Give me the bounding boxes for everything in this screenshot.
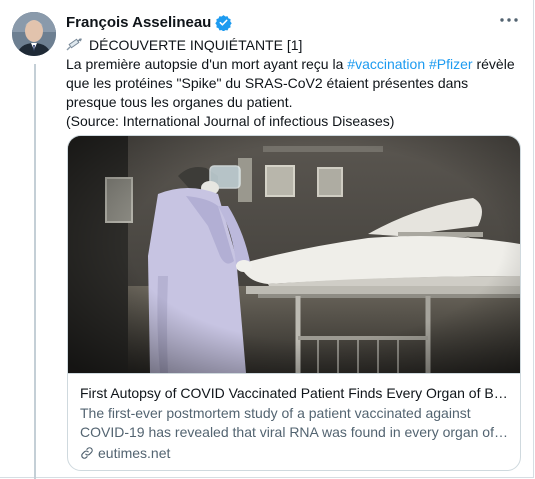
card-image[interactable] xyxy=(68,136,520,373)
card-description-line-2: COVID-19 has revealed that viral RNA was… xyxy=(80,424,508,440)
hashtag-pfizer[interactable]: #Pfizer xyxy=(429,56,473,72)
tweet-heading: DÉCOUVERTE INQUIÉTANTE [1] xyxy=(89,37,303,53)
verified-badge-icon xyxy=(215,14,233,31)
author-name[interactable]: François Asselineau xyxy=(66,14,211,31)
card-title[interactable]: First Autopsy of COVID Vaccinated Patien… xyxy=(80,384,508,402)
tweet-source: (Source: International Journal of infect… xyxy=(66,113,395,129)
card-description: The first-ever postmortem study of a pat… xyxy=(80,404,508,442)
thread-connector-line xyxy=(34,64,36,479)
link-preview-card[interactable]: First Autopsy of COVID Vaccinated Patien… xyxy=(67,135,521,471)
tweet-body-text-rest: les protéines "Spike" du SRAS-CoV2 étaie… xyxy=(66,75,469,110)
hashtag-vaccination[interactable]: #vaccination xyxy=(347,56,425,72)
more-dots-icon[interactable] xyxy=(497,12,521,28)
card-domain-text[interactable]: eutimes.net xyxy=(98,444,170,462)
card-domain[interactable]: eutimes.net xyxy=(80,444,508,462)
tweet-body: La première autopsie d'un mort ayant reç… xyxy=(66,55,521,112)
card-description-line-1: The first-ever postmortem study of a pat… xyxy=(80,405,471,421)
tweet-header: François Asselineau xyxy=(66,12,233,32)
tweet-body-text: La première autopsie d'un mort ayant reç… xyxy=(66,56,348,72)
card-body[interactable]: First Autopsy of COVID Vaccinated Patien… xyxy=(68,373,520,470)
syringe-icon xyxy=(66,37,83,51)
tweet-text: DÉCOUVERTE INQUIÉTANTE [1] La première a… xyxy=(66,36,521,131)
tweet-heading-line: DÉCOUVERTE INQUIÉTANTE [1] xyxy=(66,36,521,55)
avatar[interactable] xyxy=(12,12,56,56)
link-icon xyxy=(80,446,94,460)
